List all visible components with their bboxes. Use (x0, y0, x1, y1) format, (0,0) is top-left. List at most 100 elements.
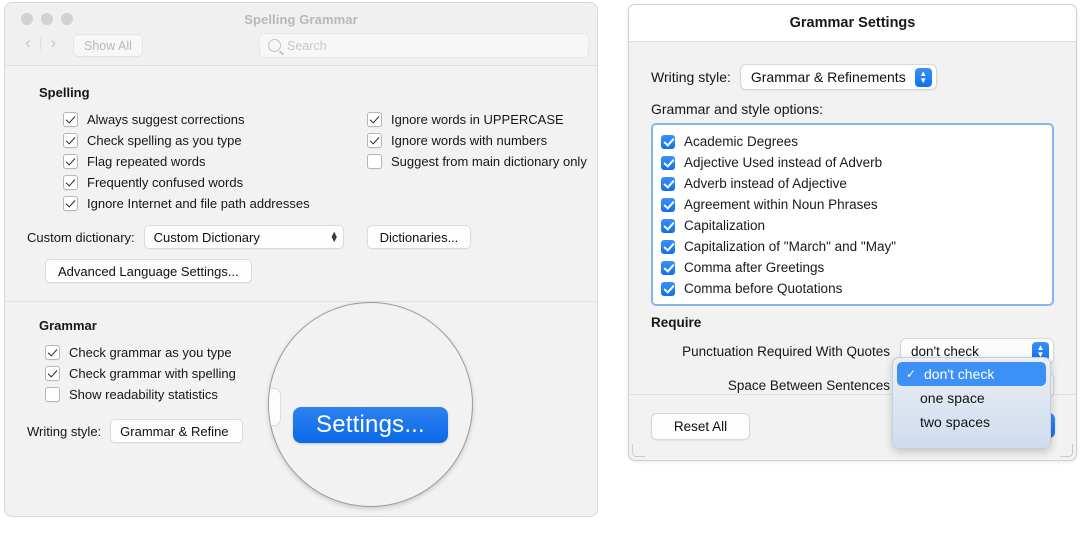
reset-all-button[interactable]: Reset All (651, 413, 750, 440)
writing-style-label: Writing style: (651, 69, 731, 85)
checkbox-adjective-used-instead-of-adverb[interactable] (661, 155, 675, 170)
list-item[interactable]: Adverb instead of Adjective (661, 173, 1052, 194)
magnified-writing-style-select-edge (269, 388, 281, 426)
menu-item-two-spaces[interactable]: ✓ two spaces (893, 410, 1050, 434)
checkbox-always-suggest-corrections[interactable] (63, 112, 78, 127)
menu-item-label: two spaces (920, 414, 991, 430)
chevron-left-icon[interactable]: ‹ (19, 34, 37, 51)
list-item[interactable]: Academic Degrees (661, 131, 1052, 152)
checkbox-row[interactable]: Ignore Internet and file path addresses (63, 193, 310, 214)
list-item[interactable]: Capitalization (661, 215, 1052, 236)
option-label: Comma before Quotations (684, 281, 843, 296)
custom-dictionary-label: Custom dictionary: (27, 229, 135, 245)
option-label: Comma after Greetings (684, 260, 825, 275)
option-label: Capitalization (684, 218, 766, 233)
checkbox-row[interactable]: Flag repeated words (63, 151, 310, 172)
menu-item-dont-check[interactable]: ✓ don't check (897, 362, 1046, 386)
search-icon (268, 39, 281, 52)
writing-style-select[interactable]: Grammar & Refinements ▲ ▼ (739, 64, 937, 90)
spelling-left-column: Always suggest corrections Check spellin… (41, 109, 310, 214)
writing-style-select[interactable]: Grammar & Refine (110, 419, 244, 443)
chevron-right-icon[interactable]: › (44, 34, 62, 51)
show-all-button[interactable]: Show All (73, 34, 143, 57)
option-label: Agreement within Noun Phrases (684, 197, 878, 212)
list-item[interactable]: Capitalization of "March" and "May" (661, 236, 1052, 257)
advanced-language-settings-row: Advanced Language Settings... (45, 259, 579, 283)
menu-item-one-space[interactable]: ✓ one space (893, 386, 1050, 410)
checkbox-frequently-confused-words[interactable] (63, 175, 78, 190)
writing-style-value: Grammar & Refine (120, 423, 229, 439)
checkbox-label: Check grammar as you type (69, 345, 232, 360)
checkbox-check-grammar-as-you-type[interactable] (45, 345, 60, 360)
checkbox-row[interactable]: Always suggest corrections (63, 109, 310, 130)
checkbox-flag-repeated-words[interactable] (63, 154, 78, 169)
checkbox-ignore-words-in-uppercase[interactable] (367, 112, 382, 127)
checkbox-row[interactable]: Suggest from main dictionary only (367, 151, 587, 172)
chevron-updown-icon: ▲▼ (329, 229, 339, 244)
list-item[interactable]: Comma after Greetings (661, 257, 1052, 278)
checkbox-adverb-instead-of-adjective[interactable] (661, 176, 675, 191)
resize-grip-left-icon[interactable] (632, 444, 645, 457)
dictionaries-label: Dictionaries... (379, 229, 459, 245)
show-all-label: Show All (84, 38, 132, 53)
checkbox-row[interactable]: Frequently confused words (63, 172, 310, 193)
custom-dictionary-row: Custom dictionary: Custom Dictionary ▲ ▼ … (27, 225, 579, 249)
spelling-checkbox-grid: Always suggest corrections Check spellin… (23, 109, 587, 221)
nav-separator: | (39, 35, 43, 50)
menu-item-label: one space (920, 390, 985, 406)
dictionaries-button[interactable]: Dictionaries... (366, 225, 472, 249)
checkbox-row[interactable]: Ignore words in UPPERCASE (367, 109, 587, 130)
reset-all-label: Reset All (673, 419, 728, 434)
checkbox-label: Ignore words with numbers (391, 133, 548, 148)
settings-button[interactable]: Settings... (293, 407, 448, 443)
magnifier-callout: Settings... (268, 302, 473, 507)
grammar-settings-body: Writing style: Grammar & Refinements ▲ ▼ … (629, 64, 1076, 398)
search-placeholder: Search (287, 38, 327, 53)
checkbox-check-grammar-with-spelling[interactable] (45, 366, 60, 381)
checkbox-suggest-from-main-dictionary-only[interactable] (367, 154, 382, 169)
list-item[interactable]: Adjective Used instead of Adverb (661, 152, 1052, 173)
settings-button-label: Settings... (316, 411, 425, 438)
custom-dictionary-select[interactable]: Custom Dictionary ▲ ▼ (143, 225, 344, 249)
option-label: Adverb instead of Adjective (684, 176, 847, 191)
writing-style-row: Writing style: Grammar & Refinements ▲ ▼ (651, 64, 1054, 90)
checkbox-academic-degrees[interactable] (661, 134, 675, 149)
checkbox-comma-after-greetings[interactable] (661, 260, 675, 275)
checkbox-show-readability-statistics[interactable] (45, 387, 60, 402)
left-window-titlebar: Spelling Grammar ‹ | › Show All Search (5, 3, 597, 66)
space-between-sentences-label: Space Between Sentences (727, 377, 890, 393)
checkbox-agreement-within-noun-phrases[interactable] (661, 197, 675, 212)
menu-item-label: don't check (924, 366, 995, 382)
checkbox-row[interactable]: Check spelling as you type (63, 130, 310, 151)
punctuation-required-label: Punctuation Required With Quotes (682, 343, 890, 359)
checkbox-capitalization-of-march-and-may[interactable] (661, 239, 675, 254)
navigation-arrows: ‹ | › (19, 34, 62, 51)
section-divider (5, 301, 597, 302)
custom-dictionary-value: Custom Dictionary (153, 229, 260, 245)
spelling-section-heading: Spelling (39, 85, 90, 100)
writing-style-value: Grammar & Refinements (750, 69, 906, 85)
list-item[interactable]: Agreement within Noun Phrases (661, 194, 1052, 215)
search-input[interactable]: Search (259, 33, 589, 58)
advanced-language-settings-label: Advanced Language Settings... (58, 263, 239, 279)
writing-style-label: Writing style: (27, 423, 102, 439)
screenshot-stage: Spelling Grammar ‹ | › Show All Search S… (0, 0, 1080, 533)
grammar-options-label: Grammar and style options: (651, 101, 823, 117)
space-between-sentences-dropdown-menu[interactable]: ✓ don't check ✓ one space ✓ two spaces (892, 357, 1051, 449)
checkbox-label: Always suggest corrections (87, 112, 245, 127)
option-label: Academic Degrees (684, 134, 799, 149)
checkbox-ignore-words-with-numbers[interactable] (367, 133, 382, 148)
checkbox-capitalization[interactable] (661, 218, 675, 233)
option-label: Adjective Used instead of Adverb (684, 155, 883, 170)
checkbox-label: Frequently confused words (87, 175, 244, 190)
advanced-language-settings-button[interactable]: Advanced Language Settings... (45, 259, 252, 283)
checkbox-check-spelling-as-you-type[interactable] (63, 133, 78, 148)
resize-grip-right-icon[interactable] (1060, 444, 1073, 457)
list-item[interactable]: Comma before Quotations (661, 278, 1052, 299)
checkbox-row[interactable]: Ignore words with numbers (367, 130, 587, 151)
checkbox-comma-before-quotations[interactable] (661, 281, 675, 296)
grammar-options-list[interactable]: Academic Degrees Adjective Used instead … (651, 123, 1054, 306)
checkbox-ignore-internet-and-file-path-addresses[interactable] (63, 196, 78, 211)
window-title: Spelling Grammar (244, 12, 358, 27)
checkbox-label: Ignore Internet and file path addresses (87, 196, 310, 211)
